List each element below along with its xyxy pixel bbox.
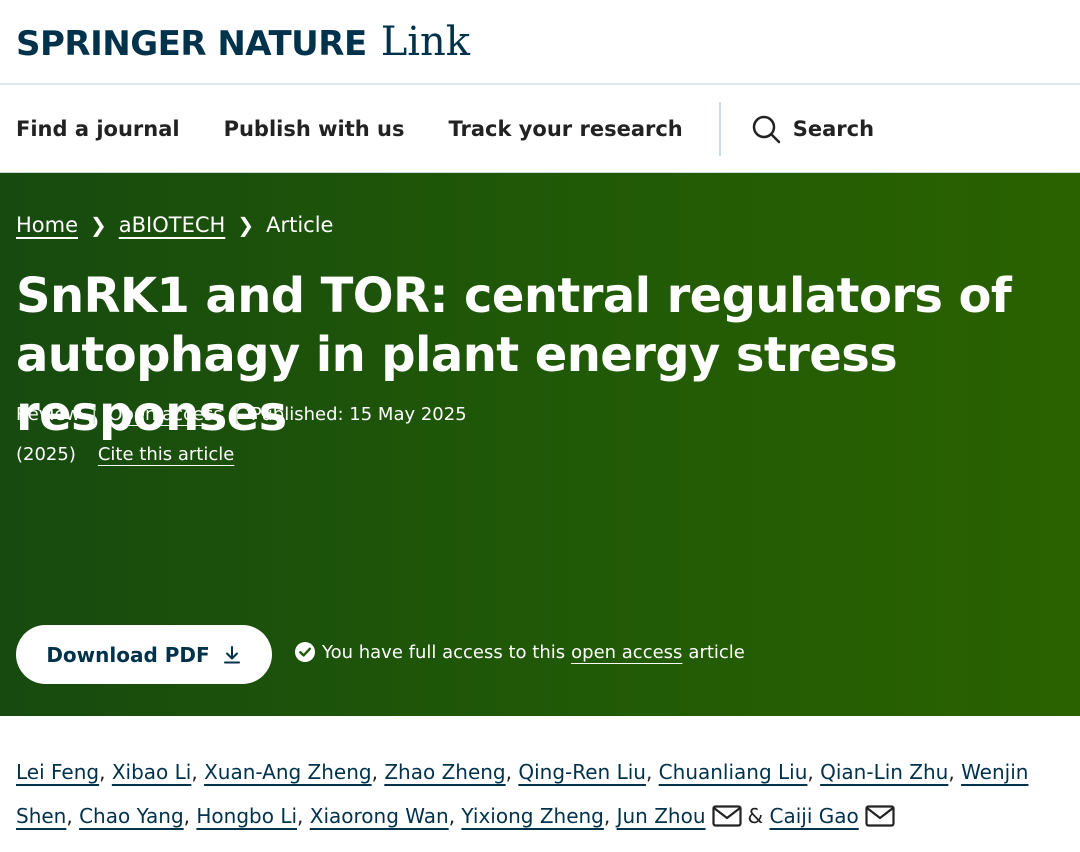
- chevron-right-icon: ❯: [237, 213, 255, 237]
- access-note-prefix: You have full access to this: [322, 641, 566, 663]
- access-note-open-access-link[interactable]: open access: [571, 642, 682, 663]
- author-link[interactable]: Zhao Zheng: [384, 760, 505, 784]
- article-meta: Review | Open access | Published: 15 May…: [16, 404, 467, 425]
- access-note: You have full access to this open access…: [294, 641, 745, 663]
- author-conjunction: &: [747, 804, 764, 828]
- author-link[interactable]: Hongbo Li: [196, 804, 297, 828]
- author-link[interactable]: Xuan-Ang Zheng: [204, 760, 372, 784]
- mail-icon[interactable]: [865, 804, 895, 827]
- download-pdf-label: Download PDF: [46, 642, 210, 667]
- breadcrumb-home[interactable]: Home: [16, 213, 78, 237]
- nav-find-journal[interactable]: Find a journal: [16, 117, 180, 141]
- main-navigation: Find a journal Publish with us Track you…: [0, 85, 1080, 173]
- article-year: (2025): [16, 444, 76, 465]
- article-type: Review: [16, 404, 81, 425]
- breadcrumb-current: Article: [266, 213, 334, 237]
- download-pdf-button[interactable]: Download PDF: [16, 625, 272, 684]
- search-label: Search: [792, 116, 875, 141]
- nav-divider: [718, 101, 721, 156]
- author-link[interactable]: Yixiong Zheng: [461, 804, 603, 828]
- download-icon: [223, 645, 240, 663]
- author-link[interactable]: Caiji Gao: [769, 804, 858, 828]
- author-link[interactable]: Jun Zhou: [617, 804, 706, 828]
- author-link[interactable]: Lei Feng: [16, 760, 99, 784]
- chevron-right-icon: ❯: [90, 213, 107, 237]
- breadcrumb-journal[interactable]: aBIOTECH: [119, 213, 226, 237]
- cite-article-link[interactable]: Cite this article: [98, 444, 234, 465]
- author-link[interactable]: Xiaorong Wan: [310, 804, 449, 828]
- meta-separator: |: [233, 404, 240, 425]
- breadcrumb: Home ❯ aBIOTECH ❯ Article: [16, 213, 333, 237]
- springer-nature-link-logo[interactable]: SPRINGER NATURE Link: [16, 19, 470, 65]
- site-header: SPRINGER NATURE Link: [0, 0, 1080, 85]
- nav-track-research[interactable]: Track your research: [448, 117, 682, 141]
- article-hero: Home ❯ aBIOTECH ❯ Article SnRK1 and TOR:…: [0, 173, 1080, 716]
- author-link[interactable]: Chao Yang: [79, 804, 184, 828]
- mail-icon[interactable]: [711, 804, 742, 827]
- search-icon: [752, 115, 780, 143]
- logo-link-text: Link: [380, 18, 471, 65]
- meta-separator: |: [91, 404, 98, 425]
- open-access-link[interactable]: Open access: [108, 404, 222, 425]
- check-circle-icon: [295, 642, 315, 662]
- author-list: Lei Feng, Xibao Li, Xuan-Ang Zheng, Zhao…: [16, 760, 1029, 828]
- published-date: Published: 15 May 2025: [250, 404, 467, 425]
- article-citation-row: (2025) Cite this article: [16, 444, 234, 465]
- author-link[interactable]: Chuanliang Liu: [659, 760, 808, 784]
- author-link[interactable]: Qing-Ren Liu: [518, 760, 646, 784]
- nav-publish-with-us[interactable]: Publish with us: [224, 117, 405, 141]
- search-button[interactable]: Search: [751, 114, 874, 144]
- logo-brand-text: SPRINGER NATURE: [16, 23, 367, 64]
- access-note-suffix: article: [688, 641, 745, 663]
- author-link[interactable]: Qian-Lin Zhu: [820, 760, 948, 784]
- author-link[interactable]: Xibao Li: [112, 760, 192, 784]
